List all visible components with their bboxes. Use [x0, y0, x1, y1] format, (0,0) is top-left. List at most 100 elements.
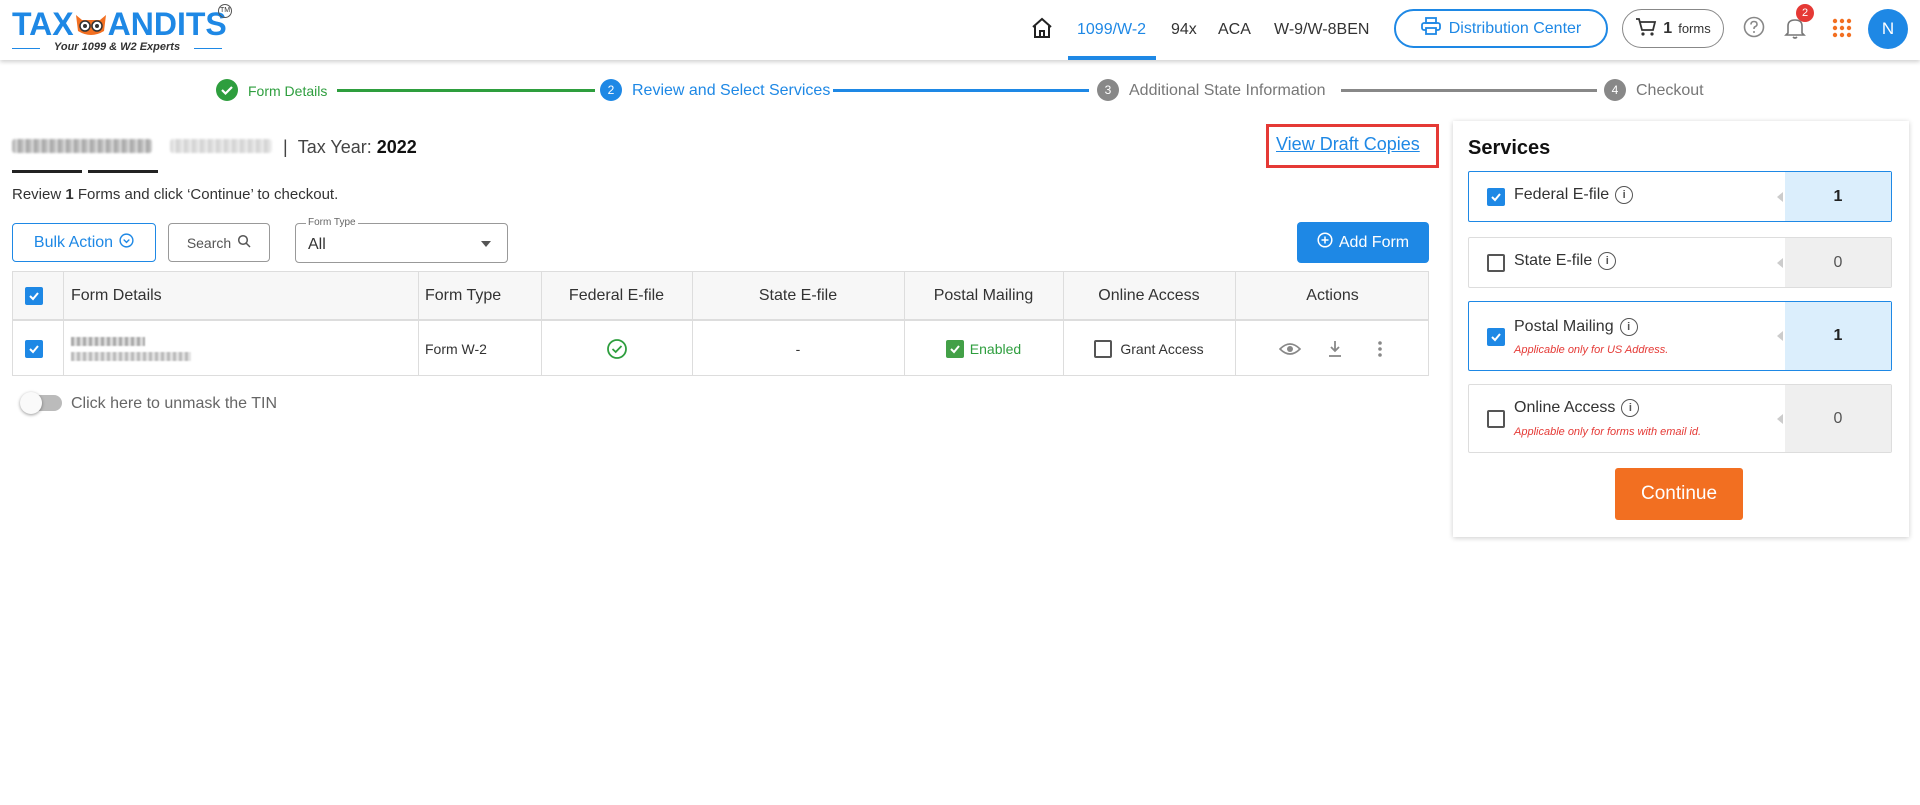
caret-down-icon: [481, 241, 491, 247]
step-4-label: Checkout: [1636, 82, 1704, 99]
logo-wordmark: TAX ANDITS: [12, 6, 227, 42]
service-postal-mailing-count: 1: [1777, 302, 1891, 370]
service-online-access[interactable]: Online Access i Applicable only for forms…: [1468, 384, 1892, 453]
checkbox-checked-icon[interactable]: [1487, 188, 1505, 206]
apps-grid-icon[interactable]: [1832, 18, 1858, 44]
owl-icon: [74, 8, 108, 35]
service-state-efile-label: State E-file i: [1514, 252, 1617, 270]
step-2-label: Review and Select Services: [632, 82, 831, 99]
step-1-check-icon: [216, 79, 238, 101]
col-form-details: Form Details: [71, 287, 162, 304]
download-icon[interactable]: [1320, 321, 1350, 376]
plus-circle-icon: [1317, 232, 1333, 253]
recipient-details-masked: [71, 321, 191, 376]
service-postal-mailing-label: Postal Mailing i: [1514, 318, 1638, 336]
form-type-select[interactable]: Form Type All: [295, 217, 508, 263]
form-type-value: All: [308, 236, 326, 253]
search-icon: [237, 234, 251, 251]
unmask-tin-toggle[interactable]: [20, 392, 62, 414]
help-icon[interactable]: [1742, 15, 1768, 41]
payer-tin-masked: [170, 139, 272, 153]
nav-active-underline: [1068, 56, 1156, 60]
trademark-badge: TM: [218, 4, 232, 18]
service-federal-efile-label: Federal E-file i: [1514, 186, 1634, 204]
cart-button[interactable]: 1 forms: [1622, 9, 1724, 48]
checkbox-checked-icon: [25, 287, 43, 305]
col-federal-efile: Federal E-file: [568, 287, 665, 304]
tax-year-display: | Tax Year: 2022: [283, 137, 417, 157]
col-state-efile: State E-file: [758, 287, 838, 304]
payer-name-masked: [12, 139, 152, 153]
checkbox-checked-icon: [25, 339, 43, 358]
review-instructions: Review 1 Forms and click ‘Continue’ to c…: [12, 186, 339, 203]
cart-label: forms: [1678, 21, 1711, 36]
top-header: TAX ANDITS TM Your 1099 & W2 Experts 1099…: [0, 0, 1920, 60]
more-vertical-icon[interactable]: [1365, 321, 1395, 376]
grant-access-label: Grant Access: [1120, 340, 1204, 357]
service-online-access-label: Online Access i: [1514, 399, 1640, 417]
distribution-center-label: Distribution Center: [1448, 19, 1582, 37]
service-state-efile[interactable]: State E-file i 0: [1468, 237, 1892, 288]
add-form-label: Add Form: [1338, 233, 1410, 251]
eye-icon[interactable]: [1275, 321, 1305, 376]
nav-1099-w2[interactable]: 1099/W-2: [1077, 21, 1146, 39]
search-button[interactable]: Search: [168, 223, 270, 262]
continue-button[interactable]: Continue: [1615, 468, 1743, 520]
notification-badge: 2: [1796, 4, 1814, 22]
info-icon[interactable]: i: [1621, 399, 1640, 417]
unmask-tin-label: Click here to unmask the TIN: [71, 395, 278, 412]
checkbox-unchecked-icon[interactable]: [1487, 254, 1505, 272]
federal-efile-check-icon: [541, 321, 692, 376]
tab-underline-2: [88, 170, 158, 173]
postal-mailing-status: Enabled: [904, 321, 1063, 376]
service-online-access-count: 0: [1777, 385, 1891, 452]
checkbox-unchecked-icon[interactable]: [1487, 410, 1505, 428]
row-checkbox[interactable]: [25, 321, 43, 376]
taxbandits-logo[interactable]: TAX ANDITS TM Your 1099 & W2 Experts: [12, 4, 232, 54]
printer-icon: [1420, 17, 1441, 40]
step-4-circle: 4: [1604, 79, 1626, 101]
row-form-type: Form W-2: [425, 340, 487, 357]
nav-w9-w8ben[interactable]: W-9/W-8BEN: [1274, 21, 1369, 39]
chevron-down-circle-icon: [119, 232, 134, 253]
bulk-action-label: Bulk Action: [33, 233, 114, 251]
step-2-line: [833, 89, 1089, 92]
logo-tagline: Your 1099 & W2 Experts: [12, 41, 222, 53]
nav-94x[interactable]: 94x: [1171, 21, 1197, 39]
step-3-label: Additional State Information: [1129, 82, 1326, 99]
user-avatar[interactable]: N: [1868, 9, 1908, 49]
service-online-access-note: Applicable only for forms with email id.: [1514, 426, 1702, 438]
tab-underline-1: [12, 170, 82, 173]
services-title: Services: [1468, 137, 1551, 159]
checkbox-checked-icon[interactable]: [1487, 328, 1505, 346]
col-separator: [63, 272, 64, 375]
select-all-checkbox[interactable]: [25, 272, 43, 320]
view-draft-copies-link[interactable]: View Draft Copies: [1276, 134, 1420, 155]
grant-access-checkbox[interactable]: Grant Access: [1063, 321, 1235, 376]
step-1-line: [337, 89, 595, 92]
row-state-efile: -: [795, 340, 801, 357]
cart-icon: [1635, 17, 1657, 40]
step-2-circle: 2: [600, 79, 622, 101]
forms-table: Form Details Form Type Federal E-file St…: [12, 271, 1429, 376]
checkbox-green-checked-icon: [945, 339, 964, 358]
info-icon[interactable]: i: [1598, 252, 1617, 270]
col-separator: [418, 272, 419, 375]
distribution-center-button[interactable]: Distribution Center: [1394, 9, 1608, 48]
bulk-action-button[interactable]: Bulk Action: [12, 223, 156, 262]
service-postal-mailing[interactable]: Postal Mailing i Applicable only for US A…: [1468, 301, 1892, 371]
service-federal-efile[interactable]: Federal E-file i 1: [1468, 171, 1892, 222]
info-icon[interactable]: i: [1615, 186, 1634, 204]
service-federal-efile-count: 1: [1777, 172, 1891, 221]
postal-mailing-label: Enabled: [969, 340, 1022, 357]
col-form-type: Form Type: [425, 287, 502, 304]
col-online-access: Online Access: [1098, 287, 1200, 304]
info-icon[interactable]: i: [1619, 318, 1638, 336]
home-icon[interactable]: [1030, 16, 1054, 40]
form-type-legend: Form Type: [306, 217, 358, 228]
search-label: Search: [186, 234, 232, 251]
add-form-button[interactable]: Add Form: [1297, 222, 1429, 263]
col-actions: Actions: [1306, 287, 1359, 304]
nav-aca[interactable]: ACA: [1218, 21, 1251, 39]
step-1-label[interactable]: Form Details: [248, 83, 327, 99]
